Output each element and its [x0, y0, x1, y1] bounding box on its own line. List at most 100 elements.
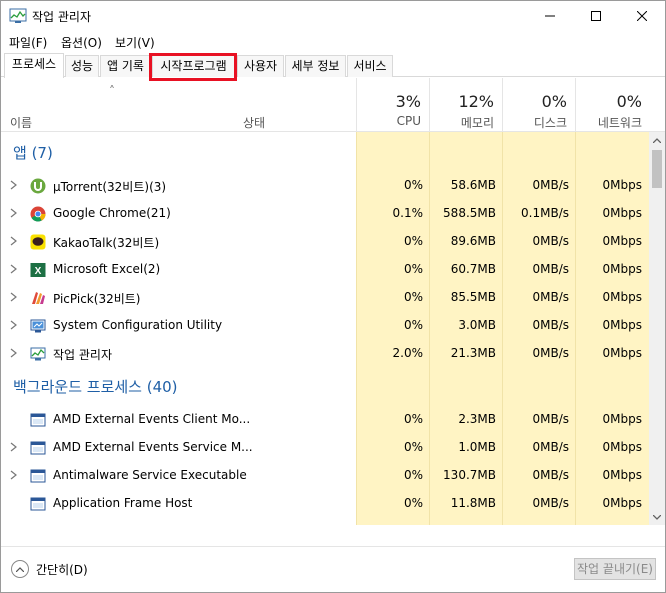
expand-chevron-icon[interactable] [10, 470, 18, 480]
scroll-thumb[interactable] [652, 150, 662, 188]
expand-chevron-icon[interactable] [10, 236, 18, 246]
process-name: 작업 관리자 [53, 348, 113, 362]
disk-cell: 0MB/s [532, 318, 569, 332]
task-manager-app-icon [9, 8, 27, 23]
end-task-button[interactable]: 작업 끝내기(E) [574, 558, 656, 580]
disk-cell: 0MB/s [532, 412, 569, 426]
cpu-cell: 0% [403, 412, 423, 426]
network-cell: 0Mbps [602, 178, 642, 192]
network-cell: 0Mbps [602, 262, 642, 276]
column-cpu[interactable]: 3% CPU [356, 78, 429, 132]
background-process-row[interactable]: AMD External Events Service M... 0% 1.0MB 0… [1, 434, 649, 462]
process-name: Google Chrome(21) [53, 206, 171, 220]
app-row[interactable]: PicPick(32비트) 0% 85.5MB 0MB/s 0Mbps [1, 284, 649, 312]
column-network[interactable]: 0% 네트워크 [575, 78, 650, 132]
tab-performance[interactable]: 성능 [65, 55, 99, 77]
background-process-row[interactable]: Application Frame Host 0% 11.8MB 0MB/s 0Mbps [1, 490, 649, 518]
service-icon [30, 412, 46, 428]
expand-chevron-icon[interactable] [10, 348, 18, 358]
menu-options[interactable]: 옵션(O) [61, 34, 102, 51]
vertical-scrollbar[interactable] [649, 132, 665, 525]
minimize-button[interactable] [527, 1, 573, 31]
group-header-apps[interactable]: 앱 (7) [1, 142, 649, 170]
expand-chevron-icon[interactable] [10, 180, 18, 190]
app-row[interactable]: Google Chrome(21) 0.1% 588.5MB 0.1MB/s 0Mbps [1, 200, 649, 228]
scroll-down-icon[interactable] [649, 509, 665, 525]
network-cell: 0Mbps [602, 206, 642, 220]
process-name: Microsoft Excel(2) [53, 262, 161, 276]
close-button[interactable] [619, 1, 665, 31]
cpu-cell: 2.0% [392, 346, 424, 360]
cpu-cell: 0.1% [392, 206, 424, 220]
tab-app-history[interactable]: 앱 기록 [100, 55, 151, 77]
memory-cell: 1.0MB [458, 440, 496, 454]
tab-services[interactable]: 서비스 [347, 55, 393, 77]
service-icon [30, 468, 46, 484]
process-name: AMD External Events Client Mo... [53, 412, 251, 426]
menu-file[interactable]: 파일(F) [9, 34, 47, 51]
process-name: KakaoTalk(32비트) [53, 236, 160, 250]
app-row[interactable]: µTorrent(32비트)(3) 0% 58.6MB 0MB/s 0Mbps [1, 172, 649, 200]
network-label: 네트워크 [597, 116, 642, 130]
process-list: 앱 (7) µTorrent(32비트)(3) 0% 58.6MB 0MB/s 0Mbp… [1, 132, 649, 525]
disk-cell: 0MB/s [532, 262, 569, 276]
memory-cell: 588.5MB [443, 206, 496, 220]
menu-view[interactable]: 보기(V) [115, 34, 155, 51]
background-process-row[interactable]: AMD External Events Client Mo... 0% 2.3MB 0… [1, 406, 649, 434]
expand-chevron-icon[interactable] [10, 320, 18, 330]
app-row[interactable]: System Configuration Utility 0% 3.0MB 0MB/s… [1, 312, 649, 340]
expand-chevron-icon[interactable] [10, 264, 18, 274]
process-name: Application Frame Host [53, 496, 193, 510]
cpu-cell: 0% [403, 262, 423, 276]
group-title-apps: 앱 (7) [13, 144, 53, 162]
utorrent-icon [30, 178, 46, 194]
cpu-label: CPU [396, 114, 421, 128]
disk-cell: 0MB/s [532, 290, 569, 304]
app-row[interactable]: KakaoTalk(32비트) 0% 89.6MB 0MB/s 0Mbps [1, 228, 649, 256]
memory-total: 12% [458, 92, 494, 111]
footer-bar: 간단히(D) 작업 끝내기(E) [1, 546, 665, 592]
title-bar[interactable]: 작업 관리자 [1, 1, 665, 31]
process-name: AMD External Events Service M... [53, 440, 253, 454]
tab-details[interactable]: 세부 정보 [285, 55, 346, 77]
minimize-icon [545, 15, 555, 17]
expand-chevron-icon[interactable] [10, 442, 18, 452]
disk-cell: 0MB/s [532, 468, 569, 482]
app-row[interactable]: X Microsoft Excel(2) 0% 60.7MB 0MB/s 0Mbps [1, 256, 649, 284]
memory-cell: 58.6MB [450, 178, 496, 192]
collapse-icon[interactable] [11, 560, 29, 578]
disk-cell: 0MB/s [532, 440, 569, 454]
maximize-button[interactable] [573, 1, 619, 31]
column-status[interactable]: 상태 [243, 114, 265, 131]
menu-bar: 파일(F) 옵션(O) 보기(V) [1, 31, 665, 52]
svg-text:X: X [35, 266, 42, 277]
memory-cell: 85.5MB [450, 290, 496, 304]
startup-tab-highlight [149, 53, 237, 81]
chrome-icon [30, 206, 46, 222]
group-header-background[interactable]: 백그라운드 프로세스 (40) [1, 376, 649, 404]
disk-cell: 0.1MB/s [521, 206, 569, 220]
column-name[interactable]: 이름 [10, 114, 32, 131]
tab-users[interactable]: 사용자 [237, 55, 284, 77]
cpu-cell: 0% [403, 440, 423, 454]
collapse-link[interactable]: 간단히(D) [36, 561, 88, 578]
scroll-up-icon[interactable] [649, 132, 665, 148]
network-cell: 0Mbps [602, 496, 642, 510]
memory-cell: 60.7MB [450, 262, 496, 276]
network-cell: 0Mbps [602, 440, 642, 454]
memory-cell: 89.6MB [450, 234, 496, 248]
cpu-cell: 0% [403, 178, 423, 192]
expand-chevron-icon[interactable] [10, 208, 18, 218]
sort-up-icon[interactable]: ˄ [109, 84, 115, 98]
column-disk[interactable]: 0% 디스크 [502, 78, 575, 132]
tab-processes[interactable]: 프로세스 [4, 53, 64, 78]
background-process-row[interactable]: Antimalware Service Executable 0% 130.7MB 0… [1, 462, 649, 490]
process-name: µTorrent(32비트)(3) [53, 180, 167, 194]
memory-cell: 2.3MB [458, 412, 496, 426]
app-row[interactable]: 작업 관리자 2.0% 21.3MB 0MB/s 0Mbps [1, 340, 649, 368]
column-memory[interactable]: 12% 메모리 [429, 78, 502, 132]
expand-chevron-icon[interactable] [10, 292, 18, 302]
excel-icon: X [30, 262, 46, 278]
network-cell: 0Mbps [602, 318, 642, 332]
cpu-total: 3% [395, 92, 421, 111]
